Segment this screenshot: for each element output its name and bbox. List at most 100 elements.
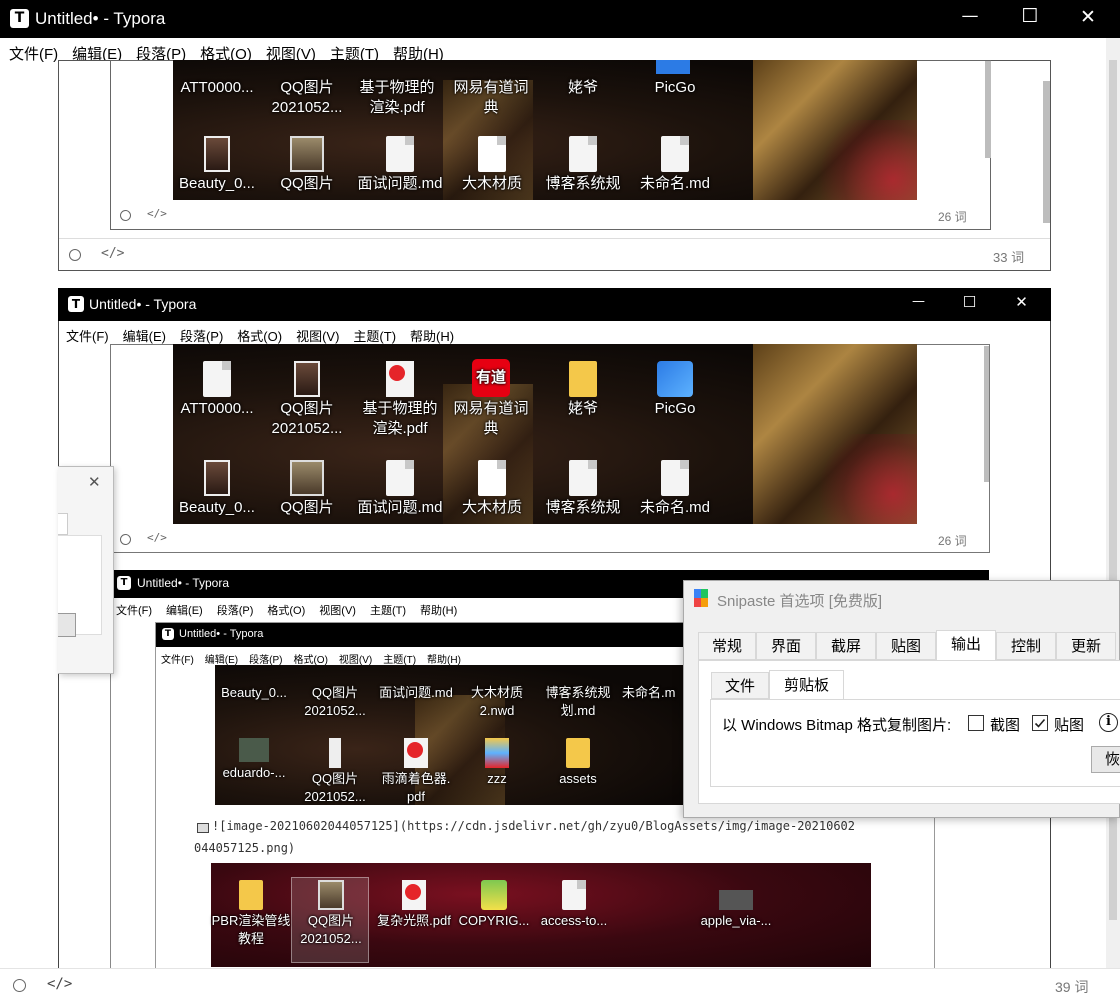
youdao-icon: 有道 [472,359,510,397]
main-titlebar[interactable]: T Untitled• - Typora — ☐ ✕ [0,0,1120,38]
nested-icon-eduardo: eduardo-... [215,738,293,782]
snipaste-logo-icon [694,589,708,607]
menu-format: 格式(O) [237,329,283,344]
tab-update[interactable]: 更新 [1056,632,1116,660]
typora-icon: T [68,296,84,312]
desktop-icon-beauty: Beauty_0... [177,136,257,194]
info-icon[interactable]: i [1099,713,1118,732]
window2-titlebar: T Untitled• - Typora — ☐ ✕ [58,288,1051,321]
window3-title: Untitled• - Typora [137,576,230,590]
desktop-icon-qq-image: QQ图片 2021052... [271,79,343,116]
menu-file[interactable]: 文件(F) [9,43,58,64]
nested-icon-beauty: Beauty_0... [221,685,287,700]
outer-scroll-thumb [1043,81,1050,223]
menu-edit: 编辑(E) [122,329,166,344]
window2-title: Untitled• - Typora [89,296,197,312]
menu-view: 视图(V) [338,655,373,666]
nested-icon-zzz: zzz [460,738,534,788]
desktop-icon-youdao: 网易有道词 典 [453,79,529,116]
bottom-icon-copyright: COPYRIG... [456,880,532,930]
tab-general[interactable]: 常规 [698,632,756,660]
nested-icon-untitled: 未命名.m [622,685,676,700]
maximize-button: ☐ [962,293,977,311]
menu-paragraph: 段落(P) [216,605,254,617]
image-icon [204,136,230,172]
minimize-button[interactable]: — [955,6,985,26]
menu-paragraph: 段落(P) [249,655,283,666]
window2-code-icon: </> [147,531,167,544]
small-dialog-button[interactable] [58,613,76,637]
window2-scroll-thumb [984,346,989,482]
desktop-icon-qq: QQ图片 [267,136,347,194]
main-word-count[interactable]: 39 词 [1055,977,1088,997]
sidebar-toggle-icon[interactable] [13,979,26,992]
desktop-icon-youdao: 有道 网易有道词 典 [446,359,536,439]
menu-theme: 主题(T) [383,655,417,666]
tab-capture[interactable]: 截屏 [816,632,876,660]
desktop-icon-wood: 大木材质 [452,136,532,194]
menu-file: 文件(F) [116,605,153,617]
image-icon [719,890,753,910]
close-button[interactable]: ✕ [1073,6,1103,28]
window4-title: Untitled• - Typora [179,628,264,640]
tab-output[interactable]: 输出 [936,630,996,661]
typora-icon: T [162,628,174,640]
minimize-button: — [912,294,925,309]
nested-icon-interview: 面试问题.md [379,685,453,700]
tab-control[interactable]: 控制 [996,632,1056,660]
menu-theme: 主题(T) [353,329,397,344]
qq-image-icon [318,880,344,910]
window-title: Untitled• - Typora [35,9,166,28]
inner-code-icon: </> [147,207,167,220]
menu-edit: 编辑(E) [204,655,239,666]
file-icon [569,460,597,496]
desktop-icon-blog: 博客系统规 [540,136,626,194]
file-icon [386,136,414,172]
menu-help: 帮助(H) [427,655,461,666]
checkmark-icon [1034,718,1046,728]
inner-scroll-thumb [985,61,991,158]
image-icon [329,738,341,768]
source-mode-icon[interactable]: </> [47,976,72,992]
outer-status-circle-icon [69,249,81,261]
markdown-source-line2[interactable]: 044057125.png) [194,841,295,855]
typora-icon: T [10,9,29,28]
desktop-icon-folder: 姥爷 [543,361,623,419]
menu-view: 视图(V) [296,329,340,344]
small-dialog-tab [58,513,68,535]
subtab-clipboard[interactable]: 剪贴板 [769,670,844,700]
outer-code-icon: </> [101,246,125,261]
notepad-icon [481,880,507,910]
tab-interface[interactable]: 界面 [756,632,816,660]
desktop-icon-untitled: 未命名.md [632,460,718,518]
tab-paste[interactable]: 贴图 [876,632,936,660]
image-icon [204,460,230,496]
file-icon [661,460,689,496]
menu-paragraph: 段落(P) [179,329,224,344]
desktop-icon-pdf: 基于物理的 渲染.pdf [352,361,448,439]
inner-status-circle-icon [120,210,131,221]
bitmap-option-label: 以 Windows Bitmap 格式复制图片: [722,717,952,734]
menu-format: 格式(O) [293,655,328,666]
nested-icon-wood: 大木材质 2.nwd [470,685,523,718]
image-icon [294,361,320,397]
close-button: ✕ [1015,293,1028,311]
maximize-button[interactable]: ☐ [1015,5,1045,27]
checkbox-screenshot[interactable] [968,715,984,731]
desktop-icon-qq: QQ图片 [267,460,347,518]
typora-icon: T [117,576,131,590]
subtab-file[interactable]: 文件 [711,672,769,699]
markdown-source-line1[interactable]: ![image-20210602044057125](https://cdn.j… [212,819,855,833]
small-dialog-close-icon[interactable]: ✕ [88,473,101,491]
folder-icon [239,880,263,910]
restore-defaults-button[interactable]: 恢 [1091,746,1120,773]
inner-word-count: 26 词 [938,210,967,224]
file-icon [661,136,689,172]
bottom-icon-pbr: PBR渲染管线 教程 [211,880,291,948]
file-icon [478,460,506,496]
window3-menubar: 文件(F) 编辑(E) 段落(P) 格式(O) 视图(V) 主题(T) 帮助(H) [116,602,471,618]
file-icon [562,880,586,910]
folder-icon [569,361,597,397]
clipboard-panel [710,699,1120,787]
checkbox-paste[interactable] [1032,715,1048,731]
